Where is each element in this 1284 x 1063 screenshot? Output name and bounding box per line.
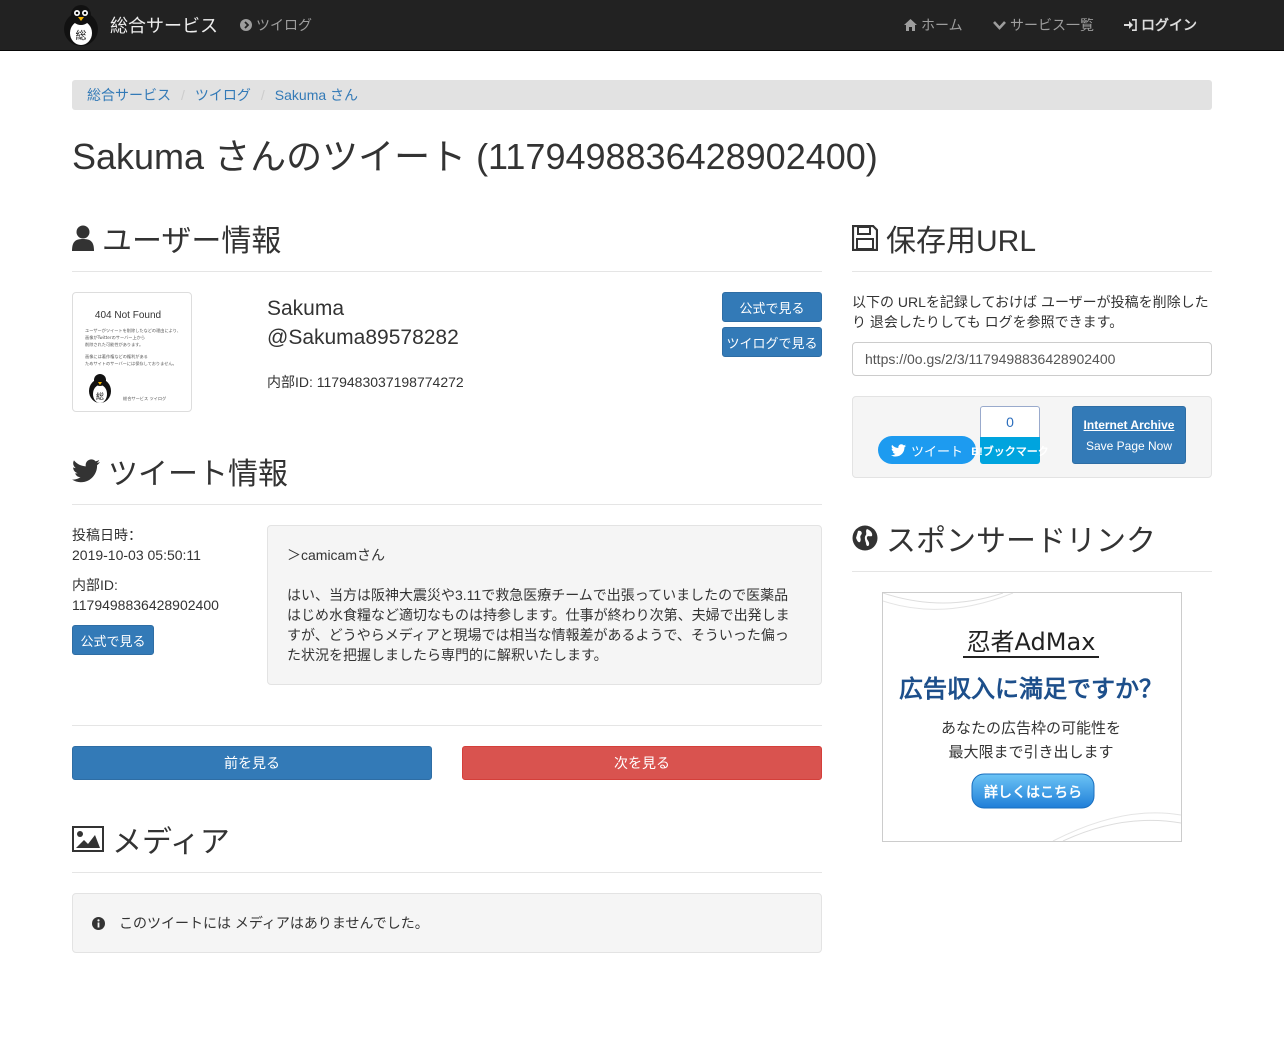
save-url-heading: 保存用URL <box>852 216 1036 260</box>
tweet-reply-line: ＞camicamさん <box>287 547 386 563</box>
nav-twilog-label: ツイログ <box>256 17 312 33</box>
save-url-heading-text: 保存用URL <box>886 225 1037 258</box>
breadcrumb-separator: / <box>181 87 185 103</box>
divider <box>72 872 822 873</box>
internet-archive-button[interactable]: Internet Archive Save Page Now <box>1072 406 1186 464</box>
hatena-bookmark-button[interactable]: B!ブックマーク <box>971 437 1049 464</box>
user-icon <box>72 225 94 251</box>
image-icon <box>72 826 104 852</box>
avatar-note-line: ユーザーがツイートを削除したなどの理由により、 <box>85 327 181 334</box>
floppy-disk-icon <box>852 225 878 251</box>
divider <box>852 571 1212 572</box>
sponsor-heading: スポンサードリンク <box>852 516 1156 560</box>
nav-login-label: ログイン <box>1141 17 1197 33</box>
tweet-info-heading-text: ツイート情報 <box>108 458 288 491</box>
ad-line-2: 最大限まで引き出します <box>948 743 1113 761</box>
posted-at-value: 2019-10-03 05:50:11 <box>72 547 201 563</box>
posted-at: 投稿日時： 2019-10-03 05:50:11 <box>72 525 201 565</box>
divider <box>72 504 822 505</box>
breadcrumb-item-home[interactable]: 総合サービス <box>87 85 171 105</box>
tweet-internal-id: 内部ID: 1179498836428902400 <box>72 575 219 615</box>
tweet-info-heading: ツイート情報 <box>72 449 288 493</box>
prev-button[interactable]: 前を見る <box>72 746 432 780</box>
tweet-share-label: ツイート <box>910 443 963 459</box>
nav-services-label: サービス一覧 <box>1010 17 1094 33</box>
nav-twilog[interactable]: ツイログ <box>240 0 312 50</box>
chevron-down-icon <box>993 21 1006 30</box>
nav-home[interactable]: ホーム <box>904 0 963 50</box>
svg-text:総: 総 <box>96 391 104 401</box>
ad-line-1: あなたの広告枠の可能性を <box>941 719 1121 737</box>
info-circle-icon <box>92 916 105 930</box>
sponsor-ad-banner[interactable]: 忍者AdMax 広告収入に満足ですか？ あなたの広告枠の可能性を 最大限まで引き… <box>882 592 1182 842</box>
avatar-footer: 総合サービス ツイログ <box>123 395 166 402</box>
breadcrumb-item-twilog[interactable]: ツイログ <box>195 85 251 105</box>
tweet-body: はい、当方は阪神大震災や3.11で救急医療チームで出張っていましたので医薬品はじ… <box>287 587 790 663</box>
penguin-logo-icon: 総 <box>64 5 98 46</box>
user-name: Sakuma <box>267 297 345 320</box>
next-button[interactable]: 次を見る <box>462 746 822 780</box>
tweet-share-button[interactable]: ツイート <box>878 436 976 464</box>
globe-icon <box>852 525 878 551</box>
twitter-icon <box>72 459 100 483</box>
user-handle: @Sakuma89578282 <box>267 326 459 349</box>
avatar-title: 404 Not Found <box>95 310 161 321</box>
avatar-note-line: ためサイトのサーバーには保存しておりません。 <box>85 360 177 367</box>
ad-cta: 詳しくはこちら <box>984 784 1082 801</box>
svg-text:総: 総 <box>76 28 87 42</box>
internet-archive-title: Internet Archive <box>1083 418 1175 432</box>
tweet-internal-id-value: 1179498836428902400 <box>72 597 219 613</box>
nav-services[interactable]: サービス一覧 <box>993 0 1094 50</box>
nav-home-label: ホーム <box>921 17 963 33</box>
user-twilog-button[interactable]: ツイログで見る <box>722 327 822 357</box>
home-icon <box>904 19 917 31</box>
sign-in-icon <box>1124 19 1137 31</box>
breadcrumb: 総合サービス / ツイログ / Sakuma さん <box>72 80 1212 110</box>
save-url-description: 以下の URLを記録しておけば ユーザーが投稿を削除したり 退会したりしても ロ… <box>852 294 1209 330</box>
sponsor-heading-text: スポンサードリンク <box>886 525 1156 558</box>
divider <box>72 725 822 726</box>
tweet-text: ＞camicamさん はい、当方は阪神大震災や3.11で救急医療チームで出張って… <box>267 525 822 685</box>
divider <box>852 271 1212 272</box>
nav-login[interactable]: ログイン <box>1124 0 1197 50</box>
media-empty-text: このツイートには メディアはありませんでした。 <box>119 915 429 931</box>
avatar-placeholder-image: 404 Not Found ユーザーがツイートを削除したなどの理由により、 画像… <box>85 310 181 403</box>
page-title: Sakuma さんのツイート (1179498836428902400) <box>72 136 878 177</box>
chevron-circle-right-icon <box>240 19 252 31</box>
brand-text: 総合サービス <box>110 16 218 36</box>
hatena-count: 0 <box>980 406 1040 437</box>
tweet-official-button[interactable]: 公式で見る <box>72 625 154 655</box>
ad-graphic: 忍者AdMax 広告収入に満足ですか？ あなたの広告枠の可能性を 最大限まで引き… <box>883 593 1181 841</box>
ad-headline: 広告収入に満足ですか？ <box>899 675 1163 703</box>
breadcrumb-item-user[interactable]: Sakuma さん <box>275 85 358 105</box>
user-info-heading-text: ユーザー情報 <box>102 225 282 258</box>
tweet-internal-id-label: 内部ID: <box>72 577 118 593</box>
media-heading-text: メディア <box>112 826 230 859</box>
navbar: 総 総合サービス ツイログ ホーム サービス一覧 ログイン <box>0 0 1284 51</box>
internet-archive-sub: Save Page Now <box>1085 439 1173 453</box>
media-heading: メディア <box>72 817 230 861</box>
avatar-note-line: 削除された可能性があります。 <box>85 341 143 348</box>
avatar-note-line: 画像がTwitterのサーバー上から <box>85 334 145 341</box>
save-url-input[interactable] <box>852 342 1212 376</box>
breadcrumb-separator: / <box>260 87 265 103</box>
avatar-note-line: 画像には著作権などの権利がある <box>85 353 148 360</box>
avatar: 404 Not Found ユーザーがツイートを削除したなどの理由により、 画像… <box>72 292 192 412</box>
user-internal-id: 内部ID: 1179483037198774272 <box>267 374 464 390</box>
divider <box>72 271 822 272</box>
brand-link[interactable]: 総 総合サービス <box>60 2 218 48</box>
twitter-bird-icon <box>890 443 906 456</box>
user-display: Sakuma @Sakuma89578282 <box>267 294 459 352</box>
user-official-button[interactable]: 公式で見る <box>722 292 822 322</box>
posted-at-label: 投稿日時： <box>72 527 142 543</box>
media-empty-alert: このツイートには メディアはありませんでした。 <box>72 893 822 953</box>
user-info-heading: ユーザー情報 <box>72 216 281 260</box>
ad-logo: 忍者AdMax <box>967 628 1096 656</box>
